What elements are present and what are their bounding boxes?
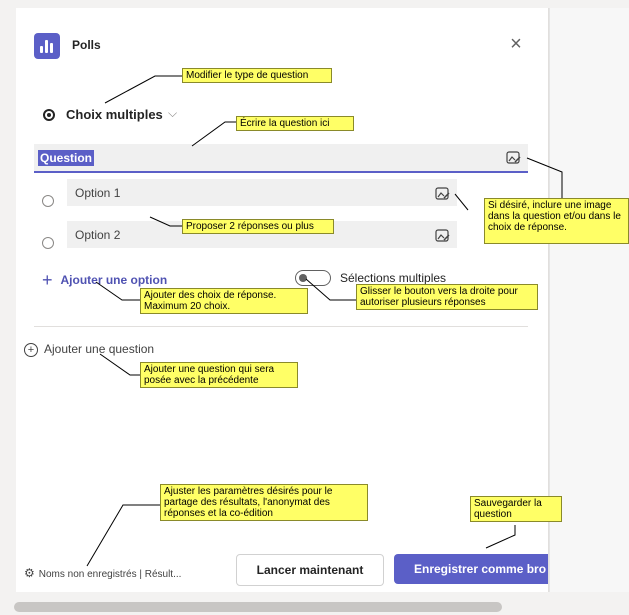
image-insert-icon[interactable] bbox=[435, 187, 450, 200]
annotation-add-question: Ajouter une question qui sera posée avec… bbox=[140, 362, 298, 388]
question-input[interactable]: Question bbox=[34, 144, 528, 173]
annotation-image: Si désiré, inclure une image dans la que… bbox=[484, 198, 629, 244]
horizontal-scrollbar[interactable] bbox=[14, 602, 502, 612]
option-label[interactable]: Option 2 bbox=[75, 228, 120, 242]
question-type-label[interactable]: Choix multiples bbox=[66, 107, 163, 122]
launch-now-button[interactable]: Lancer maintenant bbox=[236, 554, 384, 586]
option-radio[interactable] bbox=[42, 237, 54, 249]
app-title: Polls bbox=[72, 38, 101, 52]
question-text[interactable]: Question bbox=[38, 150, 95, 166]
add-question-button[interactable]: + Ajouter une question bbox=[24, 342, 154, 357]
add-question-label: Ajouter une question bbox=[44, 342, 155, 356]
annotation-add-choice: Ajouter des choix de réponse. Maximum 20… bbox=[140, 288, 308, 314]
divider bbox=[34, 326, 528, 327]
option-label[interactable]: Option 1 bbox=[75, 186, 120, 200]
option-radio[interactable] bbox=[42, 195, 54, 207]
annotation-type: Modifier le type de question bbox=[182, 68, 332, 83]
settings-label: Noms non enregistrés | Résult... bbox=[38, 569, 182, 580]
close-icon[interactable]: × bbox=[506, 34, 526, 54]
image-insert-icon[interactable] bbox=[506, 151, 521, 164]
chevron-down-icon[interactable]: ⌵ bbox=[168, 106, 177, 121]
annotation-write: Écrire la question ici bbox=[236, 116, 354, 131]
annotation-settings: Ajuster les paramètres désirés pour le p… bbox=[160, 484, 368, 521]
plus-icon: + bbox=[42, 270, 53, 290]
annotation-toggle: Glisser le bouton vers la droite pour au… bbox=[356, 284, 538, 310]
image-insert-icon[interactable] bbox=[435, 229, 450, 242]
polls-app-icon bbox=[34, 33, 60, 59]
multi-select-label: Sélections multiples bbox=[340, 271, 447, 285]
gear-icon: ⚙ bbox=[24, 566, 35, 580]
annotation-propose: Proposer 2 réponses ou plus bbox=[182, 219, 334, 234]
multi-select-toggle[interactable] bbox=[295, 270, 331, 286]
option-1-field[interactable]: Option 1 bbox=[67, 179, 457, 206]
add-option-label: Ajouter une option bbox=[60, 273, 168, 287]
save-as-draft-button[interactable]: Enregistrer comme bro bbox=[394, 554, 548, 584]
annotation-save: Sauvegarder la question bbox=[470, 496, 562, 522]
add-circle-icon: + bbox=[24, 343, 38, 357]
question-type-radio[interactable] bbox=[43, 109, 55, 121]
settings-button[interactable]: ⚙ Noms non enregistrés | Résult... bbox=[24, 566, 181, 580]
